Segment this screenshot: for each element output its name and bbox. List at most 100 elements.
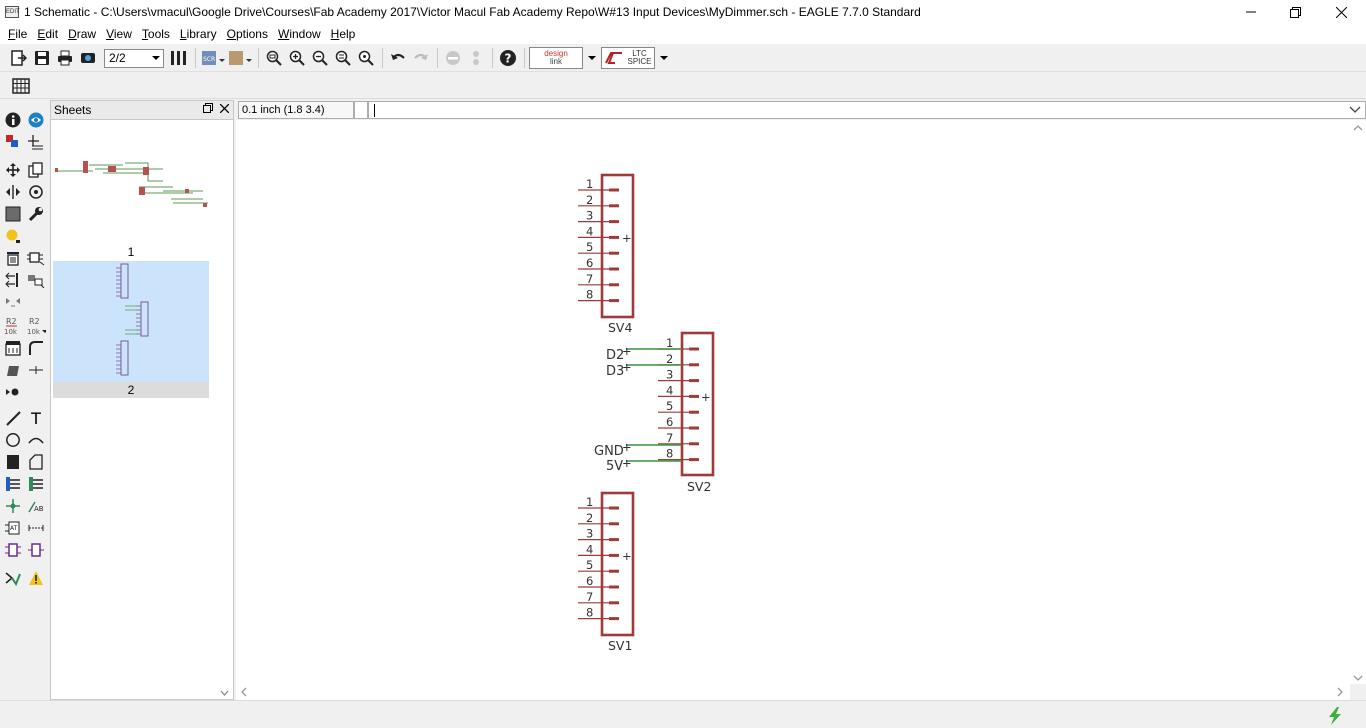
save-button[interactable] bbox=[31, 47, 53, 69]
gateswap-button[interactable] bbox=[3, 292, 23, 312]
menu-help[interactable]: Help bbox=[326, 24, 361, 44]
schematic-drawing[interactable]: 12345678 + SV4 12345678 + SV2 D2 D3 GND bbox=[236, 120, 1350, 684]
grid-icon bbox=[12, 77, 30, 94]
close-panel-icon[interactable] bbox=[217, 101, 231, 120]
value-button[interactable]: R2 10k bbox=[26, 314, 46, 338]
arc-button[interactable] bbox=[26, 430, 46, 450]
chevron-down-icon[interactable] bbox=[660, 56, 668, 60]
pin-number: 7 bbox=[666, 431, 673, 445]
show-button[interactable] bbox=[26, 110, 46, 130]
menu-options[interactable]: Options bbox=[222, 24, 273, 44]
info-button[interactable] bbox=[3, 110, 23, 130]
frame-button[interactable] bbox=[3, 540, 23, 560]
add-button[interactable] bbox=[26, 248, 46, 268]
sheet-select[interactable]: 2/2 bbox=[104, 48, 164, 68]
mark-button[interactable] bbox=[26, 132, 46, 152]
copy-button[interactable] bbox=[26, 160, 46, 180]
miter-button[interactable] bbox=[26, 338, 46, 358]
horizontal-scrollbar[interactable] bbox=[236, 684, 1350, 700]
sheet-preview-1 bbox=[55, 161, 208, 207]
erc-button[interactable] bbox=[3, 568, 23, 588]
net-label-5v[interactable]: 5V bbox=[606, 459, 623, 474]
mirror-button[interactable] bbox=[3, 182, 23, 202]
polygon-button[interactable] bbox=[26, 452, 46, 472]
close-button[interactable] bbox=[1318, 0, 1364, 24]
sheets-scrollbar[interactable] bbox=[216, 121, 233, 699]
zoom-redraw-icon bbox=[335, 50, 351, 66]
dimension-button[interactable] bbox=[26, 518, 46, 538]
zoom-fit-button[interactable] bbox=[263, 47, 285, 69]
menu-library[interactable]: Library bbox=[175, 24, 222, 44]
chevron-down-icon[interactable] bbox=[588, 56, 596, 60]
help-button[interactable]: ? bbox=[497, 47, 519, 69]
minimize-button[interactable] bbox=[1228, 0, 1274, 24]
group-button[interactable] bbox=[3, 204, 23, 224]
ltspice-button[interactable]: LTC SPICE bbox=[601, 47, 655, 69]
optimize-button[interactable] bbox=[26, 360, 46, 380]
smash-button[interactable] bbox=[3, 338, 23, 358]
text-button[interactable]: T bbox=[26, 408, 46, 428]
grid-button[interactable] bbox=[10, 75, 32, 97]
display-button[interactable] bbox=[3, 132, 23, 152]
menu-window[interactable]: Window bbox=[273, 24, 326, 44]
lightning-icon[interactable] bbox=[1326, 707, 1344, 725]
circle-button[interactable] bbox=[3, 430, 23, 450]
redraw-button[interactable] bbox=[332, 47, 354, 69]
junction-button[interactable] bbox=[3, 496, 23, 516]
sheet-thumbnail-2[interactable] bbox=[53, 261, 209, 398]
menu-tools[interactable]: Tools bbox=[137, 24, 175, 44]
vertical-scrollbar[interactable] bbox=[1350, 120, 1366, 684]
ulp-button[interactable] bbox=[227, 47, 253, 69]
net-button[interactable] bbox=[26, 474, 46, 494]
go-button[interactable] bbox=[465, 47, 487, 69]
sheet-label-2: 2 bbox=[53, 382, 209, 398]
invoke-button[interactable] bbox=[3, 382, 23, 402]
redo-button[interactable] bbox=[410, 47, 432, 69]
coordinate-menu-button[interactable] bbox=[354, 101, 368, 119]
float-panel-icon[interactable] bbox=[201, 101, 215, 120]
cam-button[interactable] bbox=[77, 47, 99, 69]
pinswap-button[interactable] bbox=[3, 270, 23, 290]
delete-button[interactable] bbox=[3, 248, 23, 268]
part-sv1[interactable]: 1 2 34 5 6 7 8 + SV1 bbox=[578, 491, 635, 653]
zoom-in-button[interactable] bbox=[286, 47, 308, 69]
bus-button[interactable] bbox=[3, 474, 23, 494]
move-button[interactable] bbox=[3, 160, 23, 180]
attribute-button[interactable]: AT bbox=[3, 518, 23, 538]
rotate-button[interactable] bbox=[26, 182, 46, 202]
stop-button[interactable] bbox=[442, 47, 464, 69]
paste-button[interactable] bbox=[3, 226, 23, 246]
part-name-sv2: SV2 bbox=[687, 479, 711, 494]
zoom-select-button[interactable] bbox=[355, 47, 377, 69]
menu-draw[interactable]: Draw bbox=[63, 24, 101, 44]
part-sv4[interactable]: 1 2 34 5 6 7 8 + SV4 bbox=[578, 173, 635, 335]
design-link-button[interactable]: design link bbox=[529, 47, 583, 69]
name-button[interactable]: R2 10k bbox=[3, 314, 23, 338]
sheet-thumbnail-1[interactable] bbox=[53, 121, 209, 259]
change-button[interactable] bbox=[26, 204, 46, 224]
wire-button[interactable] bbox=[3, 408, 23, 428]
part-sv2[interactable]: 1 2 34 5 6 7 8 + SV2 bbox=[658, 331, 715, 494]
script-button[interactable]: SCR bbox=[200, 47, 226, 69]
menu-view[interactable]: View bbox=[101, 24, 137, 44]
restore-button[interactable] bbox=[1272, 0, 1318, 24]
label-button[interactable]: AB bbox=[26, 496, 46, 516]
print-button[interactable] bbox=[54, 47, 76, 69]
origin-cross: + bbox=[622, 456, 632, 470]
coordinate-display: 0.1 inch (1.8 3.4) bbox=[238, 101, 354, 119]
menu-file[interactable]: File bbox=[3, 24, 32, 44]
open-button[interactable] bbox=[8, 47, 30, 69]
chevron-down-icon[interactable] bbox=[1349, 105, 1361, 115]
errors-button[interactable] bbox=[26, 568, 46, 588]
net-label-gnd[interactable]: GND bbox=[594, 444, 624, 459]
zoom-out-button[interactable] bbox=[309, 47, 331, 69]
command-line-input[interactable] bbox=[368, 101, 1366, 119]
split-button[interactable] bbox=[3, 360, 23, 380]
module-button[interactable] bbox=[26, 540, 46, 560]
rect-button[interactable] bbox=[3, 452, 23, 472]
undo-button[interactable] bbox=[387, 47, 409, 69]
schematic-canvas[interactable]: 12345678 + SV4 12345678 + SV2 D2 D3 GND bbox=[236, 120, 1350, 684]
replace-button[interactable] bbox=[26, 270, 46, 290]
menu-edit[interactable]: Edit bbox=[32, 24, 63, 44]
board-switch-button[interactable] bbox=[168, 47, 190, 69]
